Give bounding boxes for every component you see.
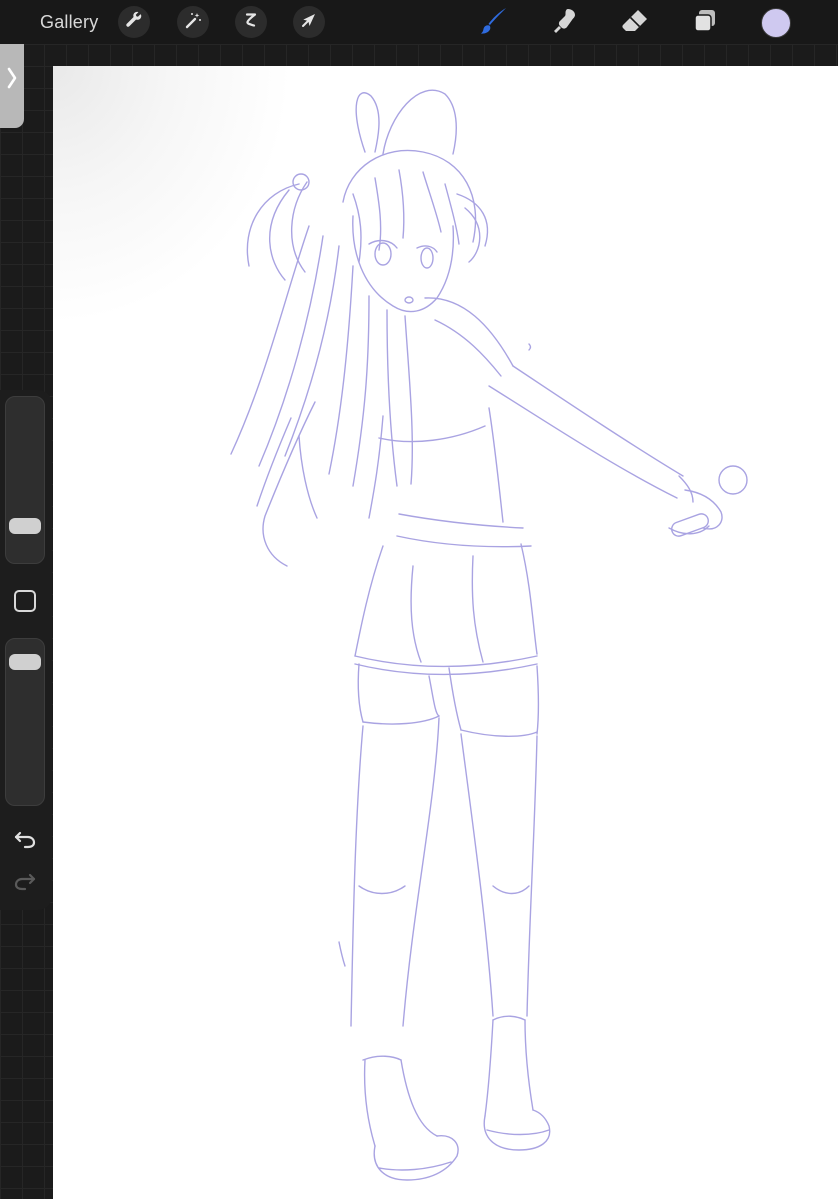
layers-tool-button[interactable] (688, 6, 722, 40)
opacity-slider-thumb[interactable] (9, 653, 41, 670)
drawing-canvas[interactable] (53, 66, 838, 1199)
undo-button[interactable] (12, 828, 38, 854)
brush-icon (479, 6, 509, 41)
brush-tool-button[interactable] (477, 6, 511, 40)
smudge-tool-button[interactable] (548, 6, 582, 40)
adjustments-button[interactable] (177, 6, 209, 38)
arrow-cursor-icon (300, 11, 318, 34)
procreate-app: Gallery (0, 0, 838, 1199)
s-curve-icon (242, 11, 260, 34)
eraser-tool-button[interactable] (618, 6, 652, 40)
actions-button[interactable] (118, 6, 150, 38)
modify-button[interactable] (14, 590, 36, 612)
chevron-right-icon (6, 66, 18, 95)
brush-size-slider-thumb[interactable] (9, 518, 41, 535)
opacity-slider[interactable] (5, 638, 45, 806)
redo-arrow-icon (13, 871, 37, 896)
color-picker-swatch[interactable] (761, 8, 791, 38)
wrench-icon (125, 11, 143, 34)
gallery-button[interactable]: Gallery (40, 10, 98, 34)
selection-button[interactable] (235, 6, 267, 38)
magic-wand-icon (184, 11, 202, 34)
top-toolbar: Gallery (0, 0, 838, 44)
sidebar-toggle-button[interactable] (0, 32, 24, 128)
layers-icon (691, 7, 719, 40)
smudge-icon (551, 7, 579, 40)
brush-size-slider[interactable] (5, 396, 45, 564)
character-sketch (230, 89, 748, 1181)
transform-button[interactable] (293, 6, 325, 38)
eraser-icon (621, 7, 649, 40)
redo-button[interactable] (12, 870, 38, 896)
left-sidebar (0, 390, 52, 910)
undo-arrow-icon (13, 829, 37, 854)
